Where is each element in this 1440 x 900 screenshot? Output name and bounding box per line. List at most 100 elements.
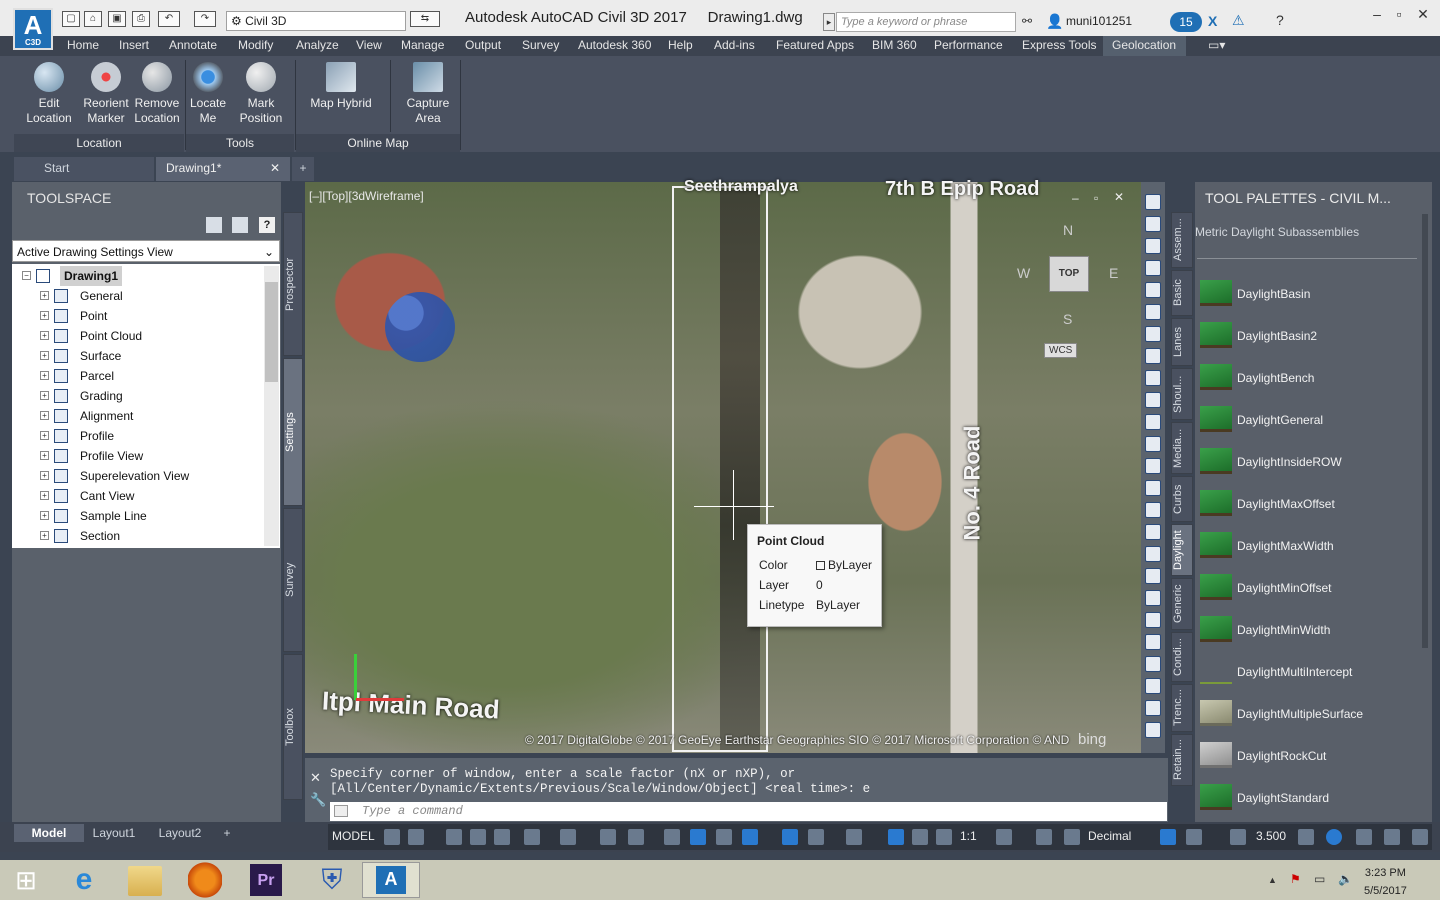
workspace-select[interactable]: ⚙ Civil 3D <box>226 11 406 31</box>
notifications-badge[interactable]: 15 <box>1170 12 1202 32</box>
viewcube-top[interactable]: TOP <box>1049 256 1089 292</box>
user-icon[interactable]: 👤 <box>1046 13 1063 30</box>
vp-minimize-icon[interactable]: – <box>1072 191 1079 205</box>
tab-help[interactable]: Help <box>668 38 693 52</box>
save-icon[interactable]: ▣ <box>108 11 126 27</box>
3d-osnap-icon[interactable] <box>716 829 732 845</box>
exchange-apps-icon[interactable]: X <box>1208 13 1217 29</box>
nav-tool-icon[interactable] <box>1145 392 1161 408</box>
nav-tool-icon[interactable] <box>1145 304 1161 320</box>
tab-medians[interactable]: Media... <box>1171 422 1193 474</box>
expand-icon[interactable]: + <box>40 451 49 460</box>
expand-icon[interactable]: + <box>40 331 49 340</box>
autocad-taskbar-button[interactable]: A <box>362 862 420 898</box>
ribbon-options-icon[interactable]: ▭▾ <box>1208 38 1225 52</box>
file-explorer-icon[interactable] <box>128 866 162 896</box>
customization-icon[interactable] <box>1412 829 1428 845</box>
compass-w[interactable]: W <box>1017 265 1030 281</box>
search-expand-icon[interactable]: ▸ <box>823 13 835 31</box>
annotation-scale-icon[interactable] <box>888 829 904 845</box>
wcs-menu[interactable]: WCS <box>1044 343 1078 358</box>
mark-position-button[interactable]: Mark Position <box>234 62 288 126</box>
expand-icon[interactable]: + <box>40 491 49 500</box>
reorient-marker-button[interactable]: Reorient Marker <box>80 62 132 126</box>
tray-volume-icon[interactable]: 🔈 <box>1338 872 1353 886</box>
tab-layout1[interactable]: Layout1 <box>88 824 140 842</box>
annotation-scale-select[interactable]: 1:1 <box>960 829 977 843</box>
nav-tool-icon[interactable] <box>1145 634 1161 650</box>
firefox-icon[interactable] <box>188 862 222 898</box>
tab-daylight[interactable]: Daylight <box>1171 524 1193 576</box>
premiere-pro-icon[interactable]: Pr <box>250 864 282 896</box>
tab-layout2[interactable]: Layout2 <box>152 824 208 842</box>
nav-tool-icon[interactable] <box>1145 282 1161 298</box>
tab-performance[interactable]: Performance <box>934 38 1003 52</box>
tab-autodesk-360[interactable]: Autodesk 360 <box>578 38 651 52</box>
tab-generic[interactable]: Generic <box>1171 578 1193 630</box>
tab-express-tools[interactable]: Express Tools <box>1022 38 1096 52</box>
model-space-toggle[interactable]: MODEL <box>332 829 375 843</box>
snap-icon[interactable] <box>408 829 424 845</box>
quick-properties-icon[interactable] <box>1160 829 1176 845</box>
compass-e[interactable]: E <box>1109 265 1118 281</box>
binoculars-icon[interactable]: ⚯ <box>1022 14 1032 28</box>
nav-tool-icon[interactable] <box>1145 700 1161 716</box>
customize-wrench-icon[interactable]: 🔧 <box>310 792 326 808</box>
collapse-icon[interactable]: − <box>22 271 31 280</box>
tab-start[interactable]: Start <box>14 157 154 181</box>
tab-shoulders[interactable]: Shoul... <box>1171 368 1193 420</box>
print-icon[interactable]: ⎙ <box>132 11 150 27</box>
close-icon[interactable]: ✕ <box>1408 4 1438 24</box>
nav-tool-icon[interactable] <box>1145 480 1161 496</box>
share-icon[interactable]: ⇆ <box>410 11 440 27</box>
nav-tool-icon[interactable] <box>1145 238 1161 254</box>
edit-location-button[interactable]: Edit Location <box>24 62 74 126</box>
tab-toolbox[interactable]: Toolbox <box>283 654 303 800</box>
grid-icon[interactable] <box>384 829 400 845</box>
nav-tool-icon[interactable] <box>1145 370 1161 386</box>
units-icon[interactable] <box>1064 829 1080 845</box>
command-input[interactable]: Type a command <box>330 802 1167 821</box>
capture-area-button[interactable]: Capture Area <box>400 62 456 126</box>
toolspace-view-icon[interactable] <box>206 217 222 233</box>
tab-conditional[interactable]: Condi... <box>1171 632 1193 682</box>
tab-view[interactable]: View <box>356 38 382 52</box>
workspace-gear-icon[interactable] <box>996 829 1012 845</box>
nav-tool-icon[interactable] <box>1145 216 1161 232</box>
tab-modify[interactable]: Modify <box>238 38 273 52</box>
close-command-icon[interactable]: ✕ <box>310 770 321 786</box>
auto-scale-icon[interactable] <box>936 829 952 845</box>
isodraft-icon[interactable] <box>524 829 540 845</box>
tab-prospector[interactable]: Prospector <box>283 212 303 356</box>
new-tab-button[interactable]: + <box>292 157 314 181</box>
tab-annotate[interactable]: Annotate <box>169 38 217 52</box>
dynamic-ucs-icon[interactable] <box>742 829 758 845</box>
app-launcher-icon[interactable]: ⛨ <box>312 862 352 898</box>
expand-icon[interactable]: + <box>40 511 49 520</box>
units-select[interactable]: Decimal <box>1088 829 1131 843</box>
tray-flag-icon[interactable]: ⚑ <box>1290 872 1301 886</box>
expand-icon[interactable]: + <box>40 471 49 480</box>
windows-start-icon[interactable]: ⊞ <box>6 862 46 898</box>
expand-icon[interactable]: + <box>40 371 49 380</box>
nav-tool-icon[interactable] <box>1145 546 1161 562</box>
tree-root-drawing1[interactable]: − Drawing1 <box>22 266 272 286</box>
isolate-objects-icon[interactable] <box>1230 829 1246 845</box>
tab-lanes[interactable]: Lanes <box>1171 318 1193 366</box>
tab-trench[interactable]: Trenc... <box>1171 684 1193 732</box>
compass-n[interactable]: N <box>1063 222 1073 238</box>
lock-ui-icon[interactable] <box>1186 829 1202 845</box>
nav-tool-icon[interactable] <box>1145 414 1161 430</box>
toolspace-grid-icon[interactable] <box>232 217 248 233</box>
tab-assemblies[interactable]: Assem... <box>1171 212 1193 268</box>
osnap-icon[interactable] <box>600 829 616 845</box>
annotation-monitor-icon[interactable] <box>1036 829 1052 845</box>
polar-icon[interactable] <box>494 829 510 845</box>
tab-output[interactable]: Output <box>465 38 501 52</box>
command-prompt-icon[interactable] <box>334 805 348 817</box>
tab-model[interactable]: Model <box>14 824 84 842</box>
nav-tool-icon[interactable] <box>1145 326 1161 342</box>
map-hybrid-button[interactable]: Map Hybrid <box>304 62 378 111</box>
tab-bim-360[interactable]: BIM 360 <box>872 38 917 52</box>
undo-icon[interactable]: ↶ <box>158 11 180 27</box>
